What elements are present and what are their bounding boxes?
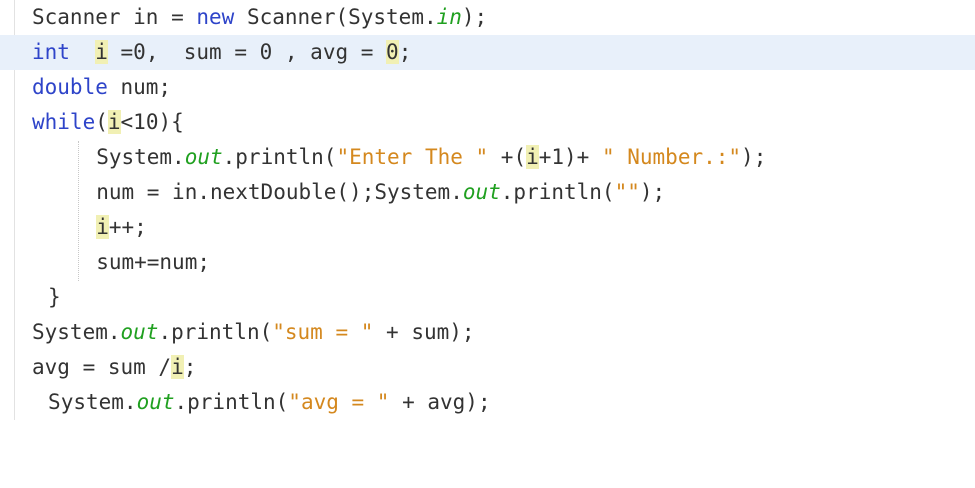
token-string: "sum = "	[272, 320, 374, 344]
code-line-content: int i =0, sum = 0 , avg = 0;	[32, 35, 411, 70]
occurrence-highlight: i	[526, 145, 539, 169]
code-line-content: System.out.println("avg = " + avg);	[48, 385, 491, 420]
token-text: );	[461, 5, 488, 29]
token-keyword: double	[32, 75, 108, 99]
token-field: out	[120, 320, 159, 344]
token-text: .println(	[222, 145, 337, 169]
occurrence-highlight: i	[96, 215, 109, 239]
token-keyword: while	[32, 110, 96, 134]
code-line-content: Scanner in = new Scanner(System.in);	[32, 0, 487, 35]
token-text: <10){	[120, 110, 184, 134]
token-field: out	[184, 145, 223, 169]
code-line-content: while(i<10){	[32, 105, 184, 140]
token-text: System.	[32, 320, 121, 344]
token-text: num;	[107, 75, 172, 99]
token-text: (	[95, 110, 108, 134]
token-text: ++;	[108, 215, 147, 239]
token-text: avg = sum /	[32, 355, 172, 379]
token-field: out	[136, 390, 175, 414]
occurrence-highlight: i	[171, 355, 184, 379]
token-text: System.	[96, 145, 185, 169]
code-line-content: double num;	[32, 70, 171, 105]
code-line-content: System.out.println("sum = " + sum);	[32, 315, 475, 350]
token-text: .println(	[500, 180, 615, 204]
token-string: " Number.:"	[601, 145, 742, 169]
token-text: =0, sum = 0 , avg =	[107, 40, 387, 64]
token-text: Scanner in =	[32, 5, 197, 29]
occurrence-highlight: 0	[386, 40, 399, 64]
token-text: +(	[488, 145, 527, 169]
token-text: .println(	[158, 320, 273, 344]
token-text: );	[741, 145, 767, 169]
token-string: "Enter The "	[336, 145, 489, 169]
token-keyword: new	[196, 5, 235, 29]
token-string: "avg = "	[288, 390, 390, 414]
code-line-content: System.out.println("Enter The " +(i+1)+ …	[96, 140, 766, 175]
code-line-content: i++;	[96, 210, 147, 245]
indent-guide	[78, 141, 79, 281]
occurrence-highlight: i	[95, 40, 108, 64]
token-text: sum+=num;	[96, 250, 210, 274]
token-text: num = in.nextDouble();System.	[96, 180, 463, 204]
token-text: ;	[183, 355, 197, 379]
token-text: +1)+	[538, 145, 602, 169]
code-line-current[interactable]: int i =0, sum = 0 , avg = 0;	[0, 35, 975, 70]
token-text: System.	[48, 390, 137, 414]
token-text: + avg);	[389, 390, 491, 414]
token-string: ""	[614, 180, 640, 204]
token-text: );	[639, 180, 666, 204]
token-field: in	[436, 5, 462, 29]
occurrence-highlight: i	[107, 110, 121, 134]
code-line-content: sum+=num;	[96, 245, 210, 280]
code-line-content: num = in.nextDouble();System.out.println…	[96, 175, 665, 210]
code-editor[interactable]: Scanner in = new Scanner(System.in); int …	[0, 0, 975, 488]
token-text: .println(	[174, 390, 289, 414]
token-text: }	[48, 285, 61, 309]
token-text: Scanner(System.	[234, 5, 437, 29]
code-line-content: avg = sum /i;	[32, 350, 196, 385]
token-text: ;	[398, 40, 412, 64]
token-text: + sum);	[373, 320, 475, 344]
token-field: out	[462, 180, 501, 204]
token-keyword: int	[32, 40, 70, 64]
code-line-content: }	[48, 280, 61, 315]
